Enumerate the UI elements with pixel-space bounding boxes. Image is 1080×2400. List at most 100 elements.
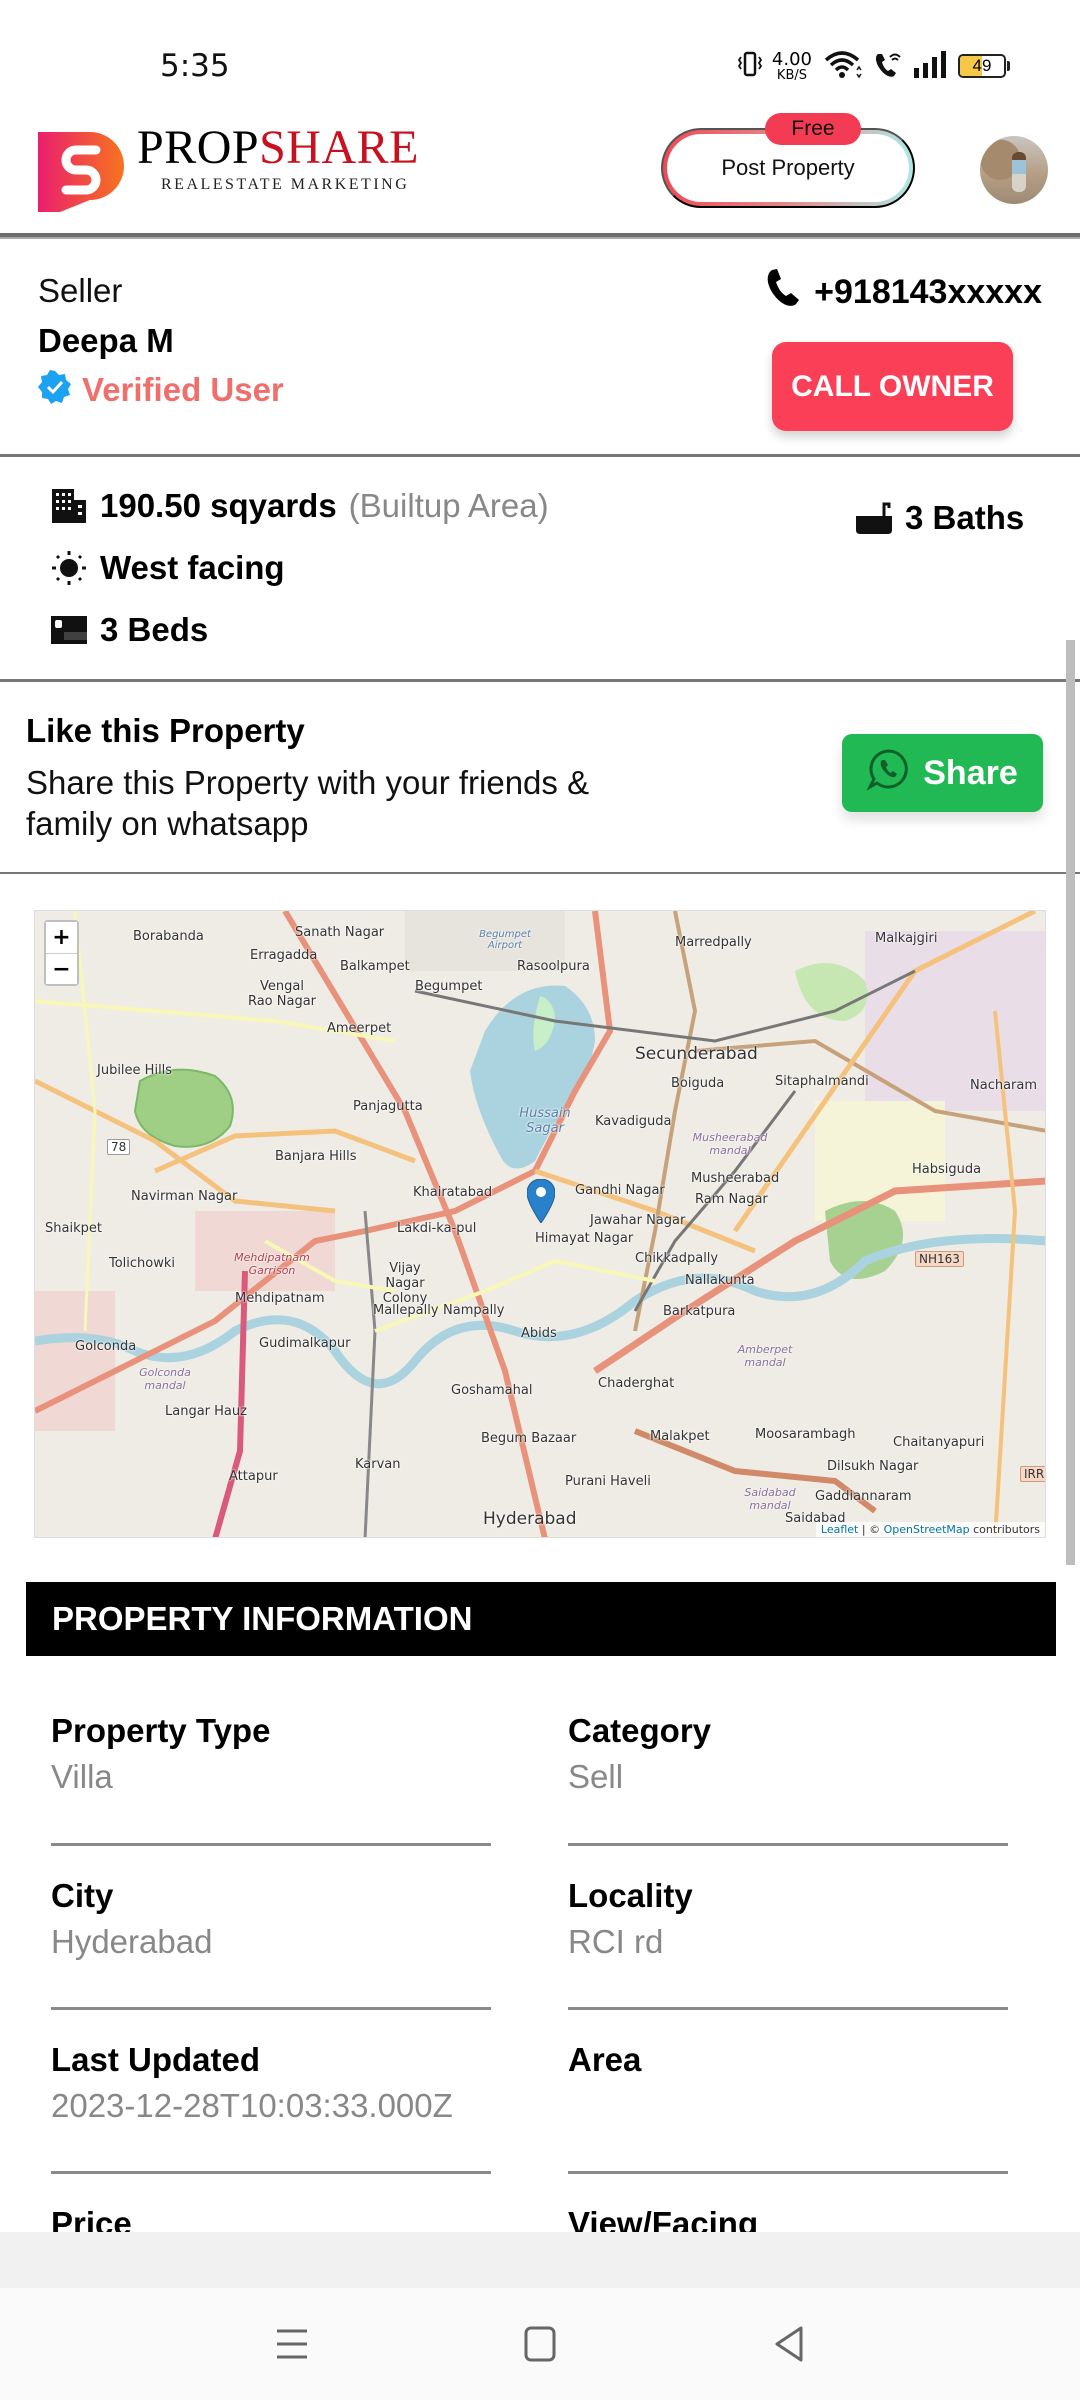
- owner-phone[interactable]: +918143xxxxx: [764, 268, 1042, 317]
- map-label: Jawahar Nagar: [590, 1213, 686, 1228]
- info-last-updated: Last Updated 2023-12-28T10:03:33.000Z: [51, 2041, 491, 2127]
- info-value: RCI rd: [568, 1923, 664, 1960]
- share-label: Share: [923, 753, 1018, 792]
- feature-beds: 3 Beds: [50, 611, 208, 649]
- map-label: Ameerpet: [327, 1021, 392, 1036]
- system-nav-bar: [0, 2288, 1080, 2400]
- home-button[interactable]: [518, 2322, 562, 2366]
- info-label: Locality: [568, 1877, 693, 1914]
- road-badge: 78: [107, 1139, 131, 1155]
- map-area-label: Saidabad mandal: [744, 1486, 796, 1512]
- vibrate-icon: [737, 49, 763, 84]
- map-label: Gudimalkapur: [259, 1336, 351, 1351]
- map-label: Abids: [521, 1326, 557, 1341]
- whatsapp-share-button[interactable]: Share: [842, 734, 1043, 812]
- map-label: Navirman Nagar: [131, 1189, 238, 1204]
- map-zoom-control: + −: [44, 920, 79, 986]
- signal-icon: [912, 50, 948, 83]
- battery-level: 49: [972, 56, 992, 75]
- location-marker-icon[interactable]: [527, 1179, 555, 1223]
- recents-icon: [277, 2329, 307, 2359]
- info-label: Last Updated: [51, 2041, 261, 2078]
- map-label: Barkatpura: [663, 1304, 736, 1319]
- map-label: Purani Haveli: [565, 1474, 651, 1489]
- facing-value: West facing: [100, 549, 285, 586]
- leaflet-link[interactable]: Leaflet: [821, 1523, 858, 1536]
- share-title: Like this Property: [26, 712, 305, 749]
- map-label: Panjagutta: [353, 1099, 423, 1114]
- area-type: (Builtup Area): [348, 487, 549, 524]
- network-speed-value: 4.00: [771, 48, 812, 70]
- map-label: Chaderghat: [598, 1376, 675, 1391]
- phone-icon: [764, 268, 802, 317]
- feature-area: 190.50 sqyards (Builtup Area): [50, 487, 549, 525]
- info-divider: [568, 2007, 1008, 2010]
- scrollbar-thumb[interactable]: [1066, 640, 1075, 1565]
- battery-icon: 49: [958, 54, 1010, 78]
- propshare-logo-text[interactable]: PROPSHARE REALESTATE MARKETING: [137, 124, 419, 194]
- attribution-separator: | ©: [858, 1523, 884, 1536]
- info-value: [568, 2087, 1008, 2127]
- map-label: Himayat Nagar: [535, 1231, 634, 1246]
- map-zoom-out-button[interactable]: −: [46, 953, 77, 984]
- map-label: Balkampet: [340, 959, 410, 974]
- seller-section: Seller Deepa M Verified User +918143xxxx…: [0, 240, 1080, 454]
- map-label: Erragadda: [250, 948, 318, 963]
- baths-value: 3 Baths: [905, 499, 1025, 536]
- map-label: Gandhi Nagar: [575, 1183, 665, 1198]
- map-area-label: Musheerabad mandal: [692, 1131, 768, 1157]
- map-label: Ram Nagar: [695, 1192, 768, 1207]
- map-area-label: Golconda mandal: [139, 1366, 191, 1392]
- map-zoom-in-button[interactable]: +: [46, 922, 77, 953]
- back-icon: [775, 2326, 803, 2362]
- info-divider: [568, 2171, 1008, 2174]
- map-label: Malakpet: [650, 1429, 710, 1444]
- map-label: Khairatabad: [413, 1185, 493, 1200]
- map-label: Gaddiannaram: [815, 1489, 912, 1504]
- map-label: Secunderabad: [635, 1044, 758, 1064]
- bed-icon: [50, 611, 88, 649]
- map-label: Moosarambagh: [755, 1427, 856, 1442]
- bathtub-icon: [855, 499, 893, 537]
- call-owner-button[interactable]: CALL OWNER: [772, 342, 1013, 431]
- info-category: Category Sell: [568, 1712, 1008, 1798]
- map-label: Nallakunta: [685, 1273, 755, 1288]
- propshare-logo-icon[interactable]: [38, 126, 124, 212]
- map-label: Jubilee Hills: [97, 1063, 173, 1078]
- map-label: Mehdipatnam: [235, 1291, 325, 1306]
- wifi-call-icon: [872, 48, 902, 85]
- back-button[interactable]: [768, 2322, 812, 2366]
- map-label: Hyderabad: [483, 1509, 577, 1529]
- map-label: Chikkadpally: [635, 1251, 719, 1266]
- map-area-label: Begumpet Airport: [479, 929, 531, 951]
- info-value: Villa: [51, 1758, 113, 1795]
- location-map[interactable]: Borabanda Sanath Nagar Erragadda Balkamp…: [34, 910, 1046, 1538]
- status-icons: 4.00 KB/S 49: [737, 48, 1010, 85]
- info-locality: Locality RCI rd: [568, 1877, 1008, 1963]
- recents-button[interactable]: [270, 2322, 314, 2366]
- user-avatar[interactable]: [980, 136, 1048, 204]
- header-divider: [0, 233, 1080, 239]
- map-label: Vijay Nagar Colony: [382, 1261, 428, 1306]
- seller-name: Deepa M: [38, 322, 174, 359]
- map-label: Habsiguda: [912, 1162, 982, 1177]
- map-label: Boiguda: [671, 1076, 725, 1091]
- map-label: Rasoolpura: [517, 959, 590, 974]
- area-value: 190.50 sqyards: [100, 487, 337, 524]
- road-badge: NH163: [915, 1251, 964, 1267]
- divider: [0, 872, 1080, 874]
- info-city: City Hyderabad: [51, 1877, 491, 1963]
- beds-value: 3 Beds: [100, 611, 209, 648]
- attribution-suffix: contributors: [969, 1523, 1040, 1536]
- logo-prop: PROP: [137, 121, 260, 174]
- map-label: Musheerabad: [691, 1171, 780, 1186]
- map-label: Vengal Rao Nagar: [247, 979, 317, 1009]
- network-speed: 4.00 KB/S: [771, 48, 812, 82]
- map-label: Nacharam: [970, 1078, 1038, 1093]
- info-label: City: [51, 1877, 114, 1914]
- openstreetmap-link[interactable]: OpenStreetMap: [884, 1523, 970, 1536]
- map-label: Chaitanyapuri: [893, 1435, 985, 1450]
- map-label: Karvan: [355, 1457, 401, 1472]
- map-label: Lakdi-ka-pul: [397, 1221, 477, 1236]
- map-label: Begum Bazaar: [481, 1431, 577, 1446]
